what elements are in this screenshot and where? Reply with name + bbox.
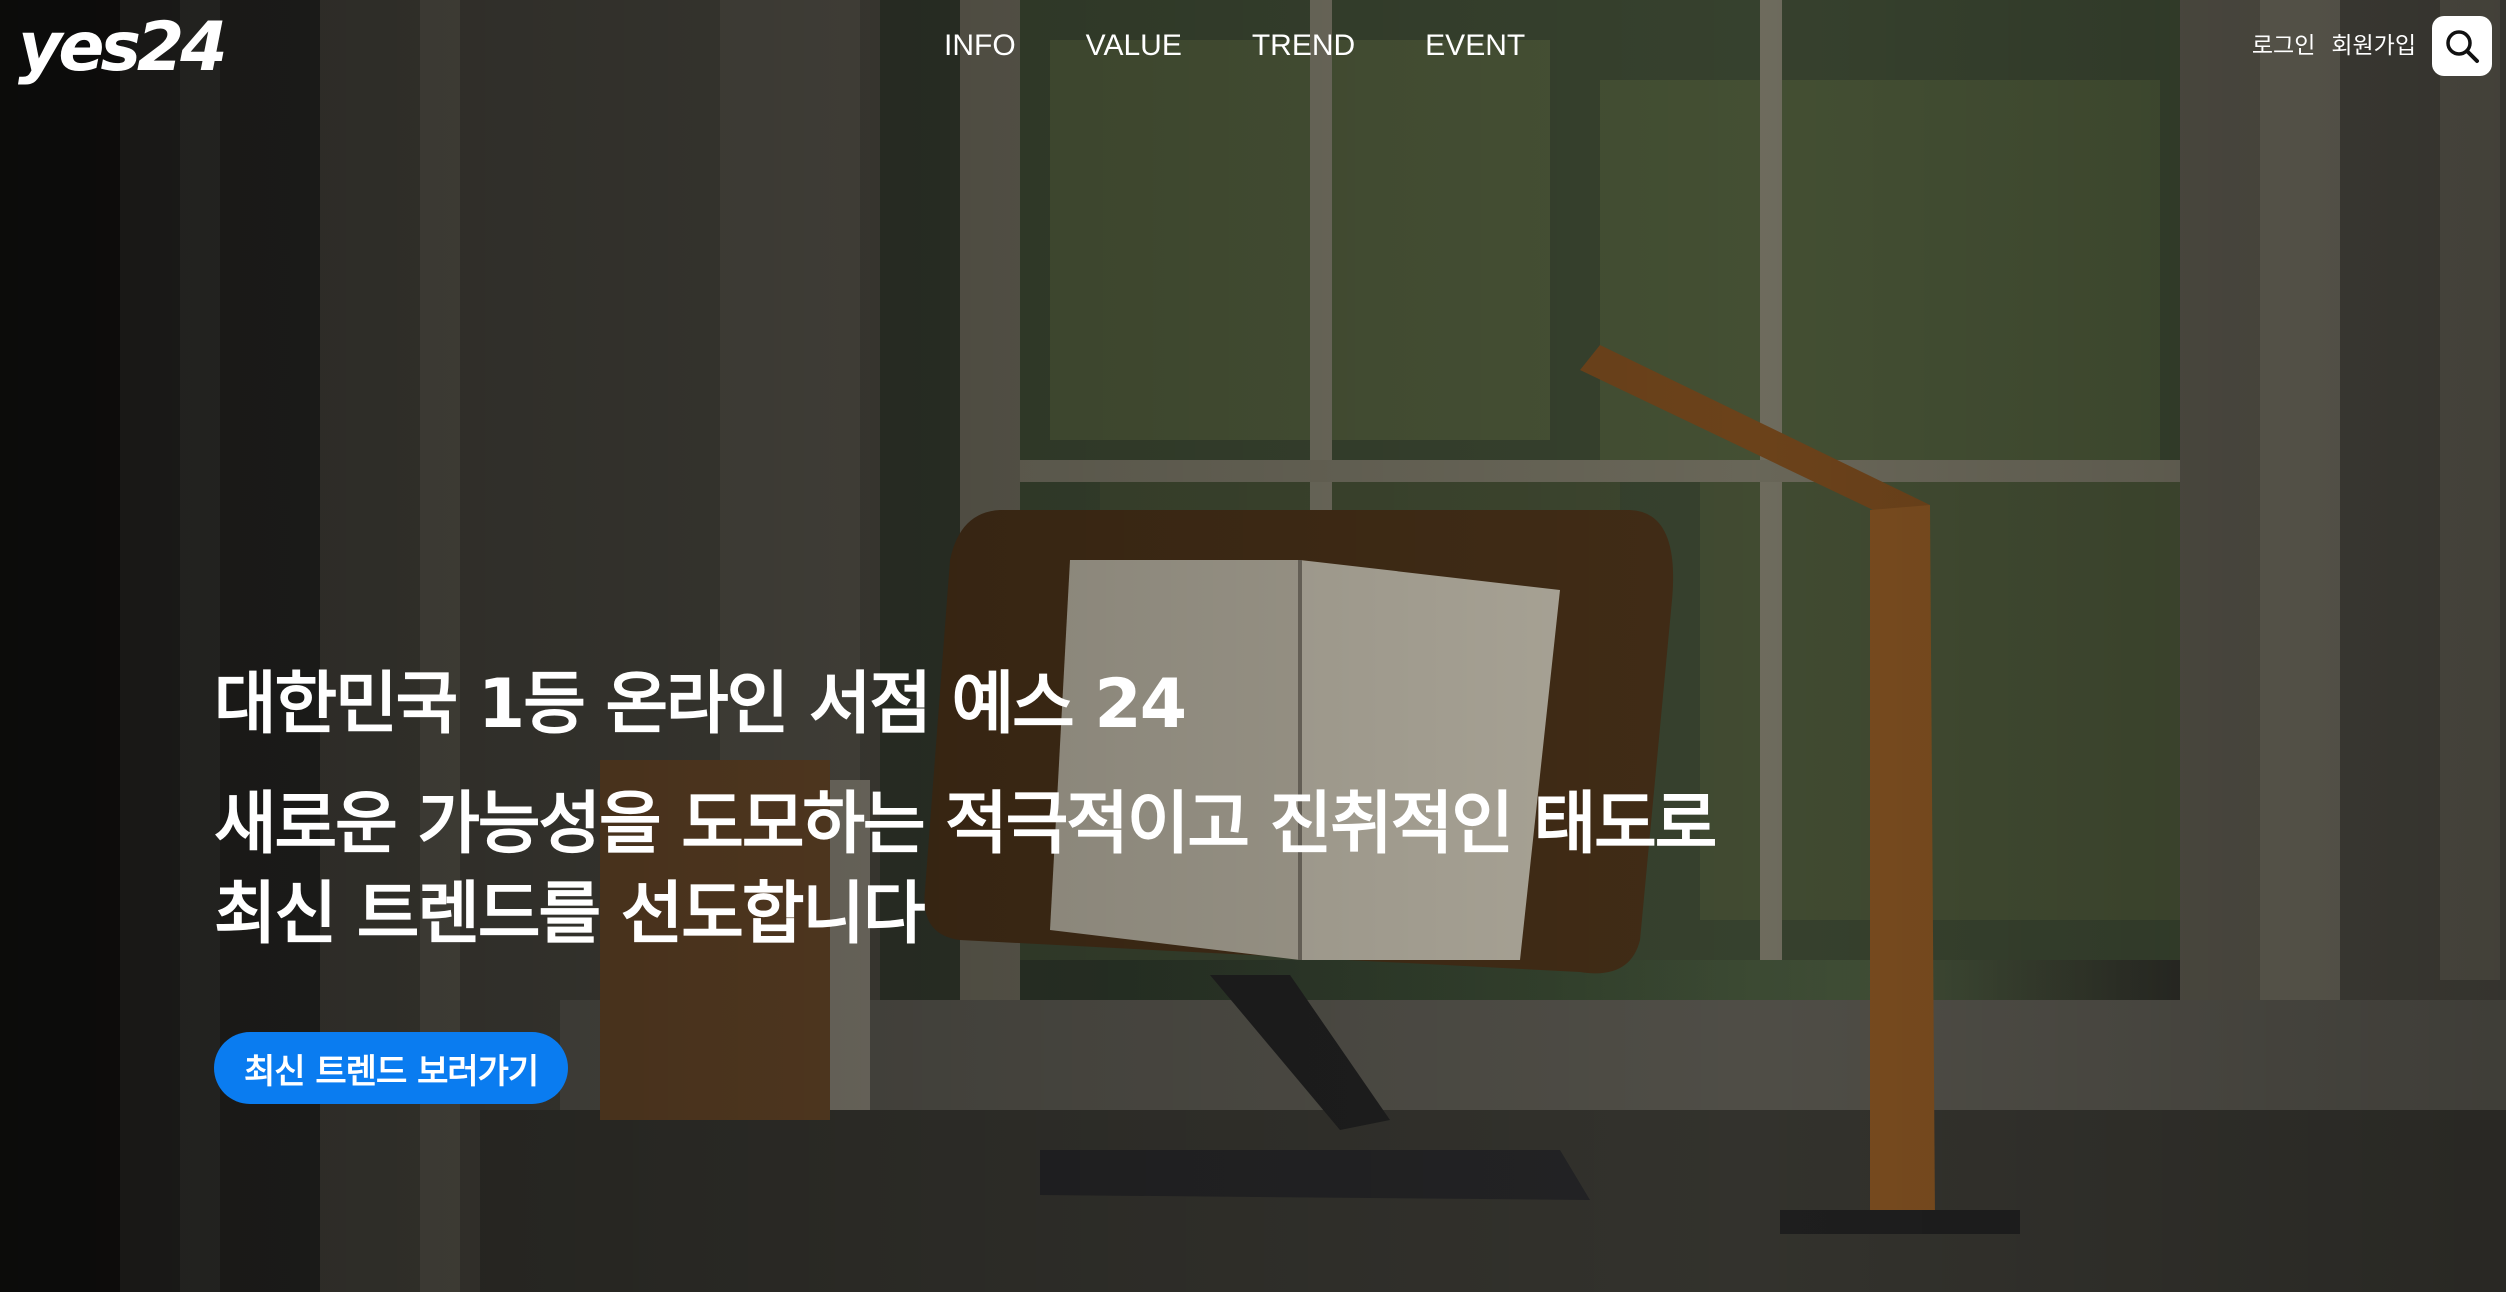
nav-item-info[interactable]: INFO: [944, 26, 1016, 66]
yes24-logo[interactable]: yes24: [18, 14, 228, 82]
hero-section: yes24 INFO VALUE TREND EVENT 로그인 회원가입 대한…: [0, 0, 2506, 1292]
nav-item-value[interactable]: VALUE: [1086, 26, 1182, 66]
hero-subline-line-1: 새로운 가능성을 도모하는 적극적이고 진취적인 태도로: [214, 785, 1717, 864]
main-nav: INFO VALUE TREND EVENT: [944, 26, 1525, 66]
login-link[interactable]: 로그인: [2252, 28, 2315, 64]
hero-subline-line-2: 최신 트렌드를 선도합니다: [214, 875, 926, 954]
auth-links: 로그인 회원가입: [2252, 28, 2416, 64]
nav-item-trend[interactable]: TREND: [1252, 26, 1355, 66]
search-button[interactable]: [2432, 16, 2492, 76]
latest-trend-button[interactable]: 최신 트렌드 보러가기: [214, 1032, 569, 1104]
hero-headline: 대한민국 1등 온라인 서점 예스 24: [214, 665, 1187, 744]
hero-subline: 새로운 가능성을 도모하는 적극적이고 진취적인 태도로 최신 트렌드를 선도합…: [214, 780, 1717, 960]
nav-item-event[interactable]: EVENT: [1425, 26, 1525, 66]
signup-link[interactable]: 회원가입: [2331, 28, 2416, 64]
search-icon: [2446, 30, 2479, 63]
